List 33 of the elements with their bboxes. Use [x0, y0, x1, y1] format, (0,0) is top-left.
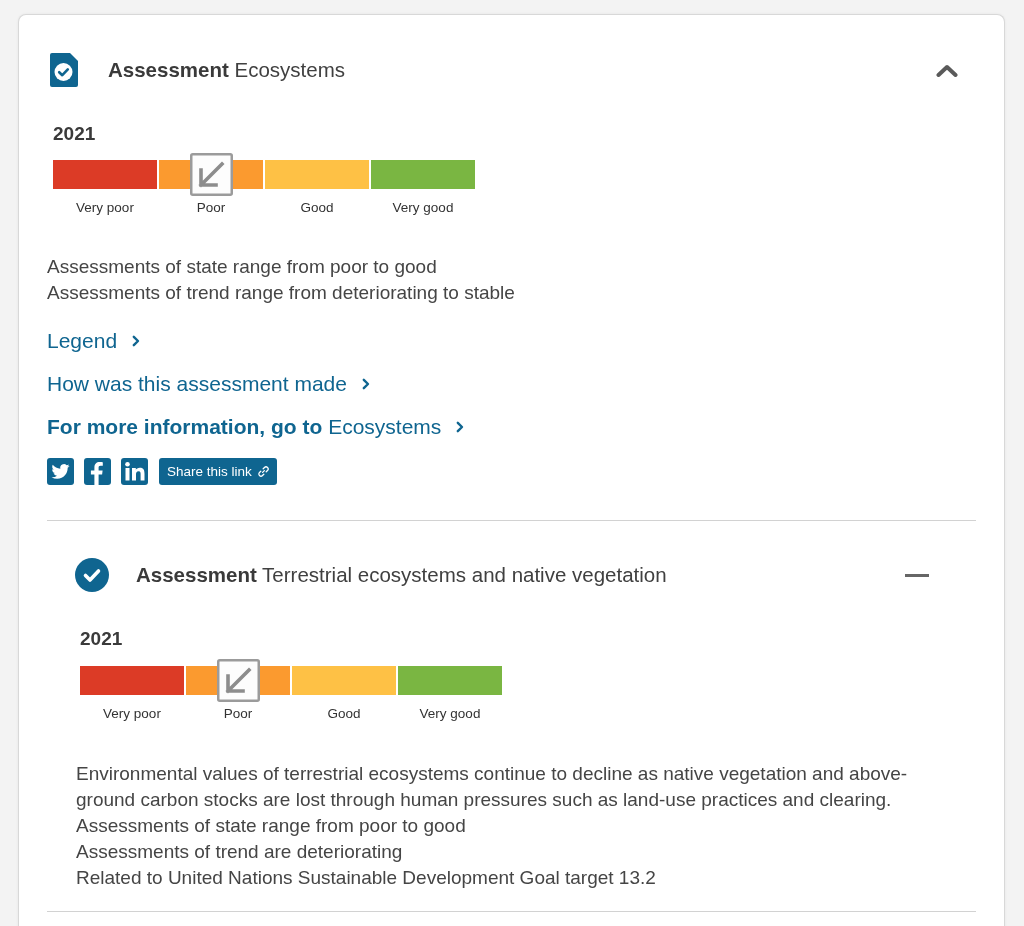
linkedin-logo-icon[interactable] [121, 458, 148, 485]
year-label: 2021 [53, 124, 96, 144]
share-link-button[interactable]: Share this link [159, 458, 277, 485]
section-title: Assessment Ecosystems [108, 58, 345, 82]
text-link[interactable]: Legend [47, 328, 141, 354]
scale-label: Very poor [103, 706, 161, 722]
chevron-right-icon [361, 378, 370, 390]
scale-label: Poor [196, 200, 226, 216]
check-circle-icon [75, 558, 109, 592]
scale-label: Good [327, 706, 361, 722]
description-text: Assessments of trend range from deteriorating to stable [47, 281, 516, 305]
description-text: Environmental values of terrestrial ecosystems continue to decline as native vegetation and above-ground carbon stocks are lost through human pressures such as land-use practices and clearing. [76, 762, 909, 812]
section-title: Assessment Terrestrial ecosystems and native vegetation [136, 563, 667, 587]
description-text: Related to United Nations Sustainable Development Goal target 13.2 [76, 866, 657, 890]
minus-icon[interactable] [905, 573, 929, 577]
scale-label: Very good [392, 200, 454, 216]
scale-label: Good [300, 200, 334, 216]
link-icon [257, 466, 269, 477]
facebook-f-icon[interactable] [84, 458, 111, 485]
description-text: Assessments of state range from poor to good [76, 814, 467, 838]
chevron-right-icon [456, 421, 465, 433]
text-link[interactable]: For more information, go to Ecosystems [47, 414, 465, 440]
document-check-icon [50, 53, 78, 87]
text-link[interactable]: How was this assessment made [47, 371, 370, 397]
scale-label: Very poor [76, 200, 134, 216]
twitter-bird-icon[interactable] [47, 458, 74, 485]
year-label: 2021 [80, 629, 123, 649]
description-text: Assessments of trend are deteriorating [76, 840, 404, 864]
description-text: Assessments of state range from poor to good [47, 255, 438, 279]
chevron-right-icon [132, 335, 141, 347]
chevron-up-icon[interactable] [936, 63, 958, 77]
scale-label: Poor [223, 706, 253, 722]
scale-label: Very good [419, 706, 481, 722]
